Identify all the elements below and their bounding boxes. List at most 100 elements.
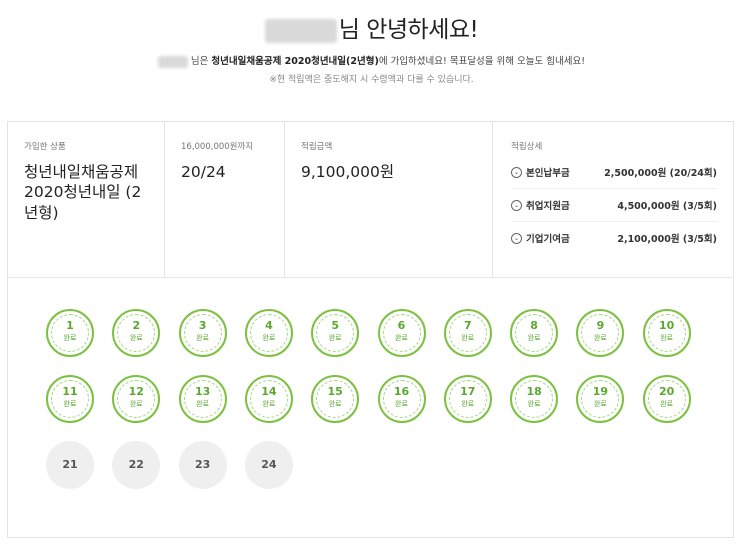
installment-3: 3 완료 <box>178 309 227 357</box>
installment-19: 19 완료 <box>576 375 625 423</box>
greeting-subtitle: 님은 청년내일채움공제 2020청년내일(2년형)에 가입하셨네요! 목표달성을… <box>0 53 743 68</box>
installment-status: 완료 <box>262 400 276 408</box>
installment-20: 20 완료 <box>642 375 691 423</box>
installment-22: 22 <box>112 441 161 489</box>
balance-value: 9,100,000원 <box>301 163 395 181</box>
installment-status: 완료 <box>660 334 674 342</box>
installment-18: 18 완료 <box>510 375 559 423</box>
installment-status: 완료 <box>196 400 210 408</box>
savings-summary: 가입한 상품 청년내일채움공제 2020청년내일 (2년형) 16,000,00… <box>7 121 734 278</box>
installment-23: 23 <box>178 441 227 489</box>
installment-number: 23 <box>194 458 211 471</box>
goal-label: 16,000,000원까지 <box>181 142 254 152</box>
detail-row-self[interactable]: ⌄ 본인납부금 2,500,000원 (20/24회) <box>511 156 717 189</box>
balance-column: 적립금액 9,100,000원 <box>285 122 493 277</box>
installment-number: 10 <box>659 319 675 332</box>
greeting-text: 님 안녕하세요! <box>338 17 479 43</box>
chevron-down-icon: ⌄ <box>511 199 522 211</box>
disclaimer-note: ※현 적립액은 중도해지 시 수령액과 다를 수 있습니다. <box>269 75 474 85</box>
installment-status: 완료 <box>593 334 607 342</box>
installment-11: 11 완료 <box>46 375 94 423</box>
installment-status: 완료 <box>262 334 276 342</box>
installment-status: 완료 <box>328 400 342 408</box>
detail-row-employment[interactable]: ⌄ 취업지원금 4,500,000원 (3/5회) <box>511 189 717 222</box>
installment-7: 7 완료 <box>443 309 492 357</box>
chevron-down-icon: ⌄ <box>511 166 522 178</box>
detail-row-company[interactable]: ⌄ 기업기여금 2,100,000원 (3/5회) <box>511 222 717 254</box>
installment-status: 완료 <box>196 334 210 342</box>
installment-number: 13 <box>194 385 211 398</box>
installment-number: 8 <box>530 319 538 332</box>
detail-column: 적립상세 ⌄ 본인납부금 2,500,000원 (20/24회) ⌄ 취업지원금 4… <box>493 122 733 277</box>
installment-status: 완료 <box>129 334 143 342</box>
detail-name-text: 본인납부금 <box>526 168 570 179</box>
detail-name: ⌄ 취업지원금 <box>511 198 570 212</box>
sub-product: 청년내일채움공제 2020청년내일(2년형) <box>211 56 379 67</box>
detail-name: ⌄ 본인납부금 <box>511 165 570 179</box>
installment-number: 20 <box>659 385 675 398</box>
username-redacted <box>157 55 188 68</box>
installment-number: 21 <box>62 458 78 471</box>
installment-16: 16 완료 <box>377 375 426 423</box>
installment-number: 9 <box>596 319 605 332</box>
installment-status: 완료 <box>660 400 674 408</box>
installment-grid: 1 완료 2 완료 3 완료 4 완료 5 완료 6 완료 7 완료 8 완료 9 완료 10 완료 11 완료 12 완료 1… <box>7 278 734 538</box>
installment-status: 완료 <box>395 400 408 408</box>
installment-number: 1 <box>66 319 74 332</box>
detail-name: ⌄ 기업기여금 <box>511 231 570 245</box>
installment-status: 완료 <box>593 400 607 408</box>
installment-number: 17 <box>460 385 476 398</box>
installment-number: 3 <box>198 319 207 332</box>
installment-1: 1 완료 <box>46 309 94 357</box>
product-name: 청년내일채움공제 2020청년내일 (2년형) <box>24 163 142 222</box>
installment-status: 완료 <box>461 334 475 342</box>
installment-4: 4 완료 <box>244 309 293 357</box>
detail-label: 적립상세 <box>511 142 543 152</box>
progress-value: 20/24 <box>181 163 226 181</box>
chevron-down-icon: ⌄ <box>511 232 522 244</box>
sub-suffix: 에 가입하셨네요! 목표달성을 위해 오늘도 힘내세요! <box>378 56 586 67</box>
installment-number: 15 <box>327 385 343 398</box>
installment-status: 완료 <box>527 334 541 342</box>
installment-number: 11 <box>62 385 78 398</box>
installment-number: 12 <box>128 385 144 398</box>
installment-number: 18 <box>526 385 542 398</box>
installment-number: 19 <box>592 385 609 398</box>
installment-14: 14 완료 <box>244 375 293 423</box>
installment-8: 8 완료 <box>510 309 559 357</box>
detail-name-text: 취업지원금 <box>526 201 570 212</box>
installment-status: 완료 <box>63 400 77 408</box>
product-column: 가입한 상품 청년내일채움공제 2020청년내일 (2년형) <box>8 122 165 277</box>
installment-status: 완료 <box>395 334 408 342</box>
installment-9: 9 완료 <box>576 309 625 357</box>
detail-amount: 2,100,000원 (3/5회) <box>617 234 717 245</box>
installment-number: 5 <box>331 319 340 332</box>
sub-prefix: 님은 <box>190 56 212 67</box>
installment-number: 24 <box>261 458 277 471</box>
installment-number: 2 <box>132 319 141 332</box>
installment-13: 13 완료 <box>178 375 227 423</box>
installment-2: 2 완료 <box>112 309 161 357</box>
installment-number: 7 <box>463 319 472 332</box>
installment-status: 완료 <box>328 334 342 342</box>
username-redacted <box>264 18 337 43</box>
installment-number: 6 <box>397 319 406 332</box>
product-label: 가입한 상품 <box>24 142 66 152</box>
installment-17: 17 완료 <box>443 375 492 423</box>
detail-amount: 2,500,000원 (20/24회) <box>604 168 717 179</box>
installment-number: 14 <box>261 385 277 398</box>
installment-status: 완료 <box>527 400 541 408</box>
detail-amount: 4,500,000원 (3/5회) <box>617 201 717 212</box>
installment-6: 6 완료 <box>377 309 426 357</box>
installment-status: 완료 <box>461 400 475 408</box>
installment-10: 10 완료 <box>642 309 691 357</box>
installment-5: 5 완료 <box>311 309 360 357</box>
balance-label: 적립금액 <box>301 142 333 152</box>
installment-24: 24 <box>244 441 293 489</box>
installment-status: 완료 <box>63 334 77 342</box>
installment-21: 21 <box>46 441 94 489</box>
installment-15: 15 완료 <box>311 375 360 423</box>
progress-column: 16,000,000원까지 20/24 <box>165 122 285 277</box>
installment-number: 4 <box>265 319 273 332</box>
installment-12: 12 완료 <box>112 375 161 423</box>
